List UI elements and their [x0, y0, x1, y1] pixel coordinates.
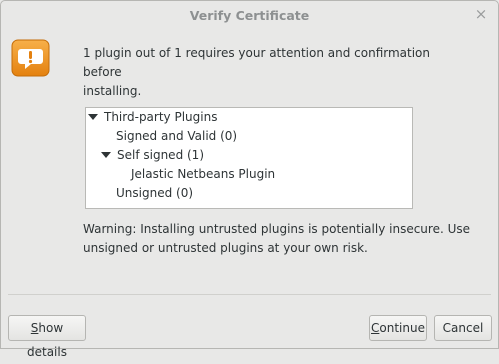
message-line-1: 1 plugin out of 1 requires your attentio… — [83, 46, 430, 79]
button-label: ontinue — [379, 321, 425, 335]
expander-down-icon[interactable] — [88, 113, 98, 120]
plugin-tree[interactable]: Third-party Plugins Signed and Valid (0)… — [85, 107, 413, 209]
close-icon[interactable]: × — [474, 7, 488, 22]
tree-item-label: Self signed (1) — [117, 148, 204, 162]
tree-item-label: Signed and Valid (0) — [116, 129, 238, 143]
verify-certificate-dialog: Verify Certificate × 1 plugin out of 1 r… — [0, 0, 499, 359]
tree-item-jelastic-netbeans-plugin[interactable]: Jelastic Netbeans Plugin — [131, 165, 275, 184]
warning-line-1: Warning: Installing untrusted plugins is… — [83, 222, 470, 236]
dialog-title: Verify Certificate — [189, 8, 310, 23]
cancel-button[interactable]: Cancel — [434, 315, 492, 341]
tree-item-label: Jelastic Netbeans Plugin — [131, 167, 276, 181]
tree-item-label: Unsigned (0) — [116, 186, 194, 200]
message-line-2: installing. — [83, 84, 142, 98]
tree-item-signed-and-valid[interactable]: Signed and Valid (0) — [116, 127, 237, 146]
warning-icon — [11, 39, 50, 77]
button-separator — [8, 294, 491, 295]
show-details-button[interactable]: Show details — [8, 315, 86, 359]
title-bar[interactable]: Verify Certificate × — [1, 1, 498, 31]
tree-item-label: Third-party Plugins — [104, 110, 218, 124]
security-warning: Warning: Installing untrusted plugins is… — [83, 220, 483, 258]
expander-down-icon[interactable] — [101, 151, 111, 158]
continue-button[interactable]: Continue — [369, 315, 427, 341]
warning-line-2: unsigned or untrusted plugins at your ow… — [83, 241, 368, 255]
confirmation-message: 1 plugin out of 1 requires your attentio… — [83, 44, 463, 101]
tree-item-unsigned[interactable]: Unsigned (0) — [116, 184, 193, 203]
tree-item-self-signed[interactable]: Self signed (1) — [101, 146, 204, 165]
tree-item-third-party-plugins[interactable]: Third-party Plugins — [88, 108, 217, 127]
